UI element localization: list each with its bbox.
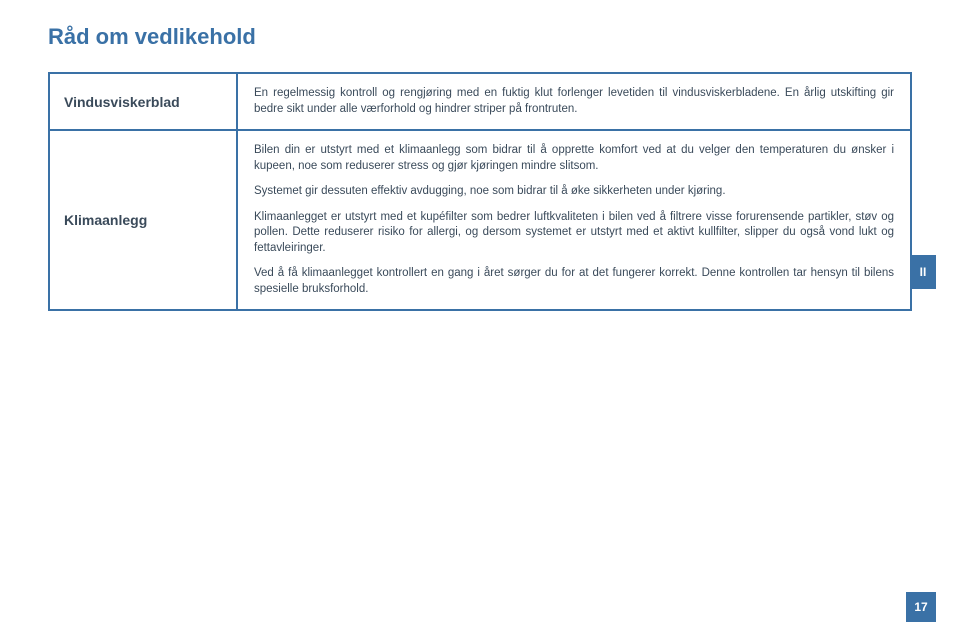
- page: Råd om vedlikehold Vindusviskerblad En r…: [0, 0, 960, 640]
- paragraph: En regelmessig kontroll og rengjøring me…: [254, 86, 894, 117]
- table-row: Klimaanlegg Bilen din er utstyrt med et …: [48, 131, 912, 311]
- paragraph: Klimaanlegget er utstyrt med et kupéfilt…: [254, 210, 894, 257]
- paragraph: Systemet gir dessuten effektiv avdugging…: [254, 184, 894, 200]
- advice-table: Vindusviskerblad En regelmessig kontroll…: [48, 72, 912, 311]
- row-content: En regelmessig kontroll og rengjøring me…: [238, 72, 912, 131]
- page-number: 17: [906, 592, 936, 622]
- table-row: Vindusviskerblad En regelmessig kontroll…: [48, 72, 912, 131]
- paragraph: Bilen din er utstyrt med et klimaanlegg …: [254, 143, 894, 174]
- row-content: Bilen din er utstyrt med et klimaanlegg …: [238, 131, 912, 311]
- section-tab: II: [910, 255, 936, 289]
- row-label: Klimaanlegg: [48, 131, 238, 311]
- page-title: Råd om vedlikehold: [48, 24, 912, 50]
- paragraph: Ved å få klimaanlegget kontrollert en ga…: [254, 266, 894, 297]
- row-label: Vindusviskerblad: [48, 72, 238, 131]
